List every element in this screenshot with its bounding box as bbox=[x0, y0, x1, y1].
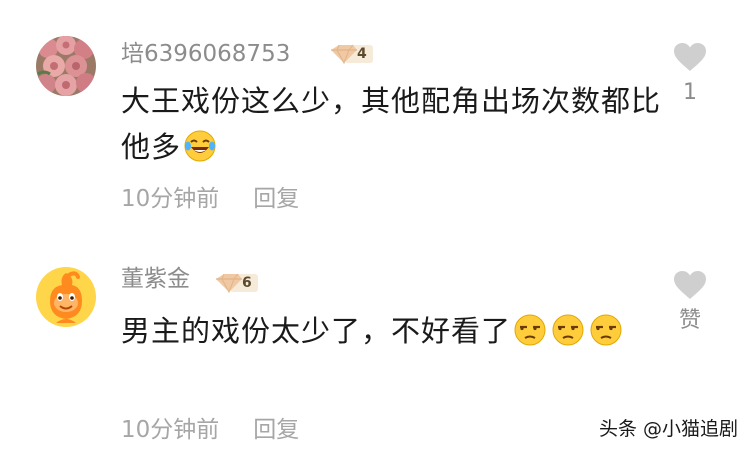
comment-item: 培6396068753 4 大王戏份这么少，其他配角出场次数都比他多 10分钟前… bbox=[0, 0, 750, 235]
comment-text: 男主的戏份太少了，不好看了 bbox=[121, 308, 661, 354]
reply-button[interactable]: 回复 bbox=[253, 417, 299, 443]
like-button[interactable]: 赞 bbox=[673, 270, 707, 334]
heart-icon bbox=[674, 271, 706, 299]
comment-meta: 10分钟前 回复 bbox=[121, 185, 299, 213]
user-avatar[interactable] bbox=[36, 36, 96, 96]
level-badge: 6 bbox=[214, 272, 260, 294]
level-number: 6 bbox=[242, 275, 252, 291]
level-badge-icon bbox=[331, 44, 373, 65]
level-badge-icon bbox=[216, 273, 258, 294]
user-avatar[interactable] bbox=[36, 267, 96, 327]
unamused-face-emoji-icon bbox=[514, 314, 546, 346]
watermark: 头条 @小猫追剧 bbox=[599, 418, 739, 440]
like-label: 赞 bbox=[678, 308, 701, 333]
rose-bouquet-avatar-icon bbox=[36, 36, 96, 96]
heart-icon bbox=[674, 43, 706, 71]
comment-text-content: 男主的戏份太少了，不好看了 bbox=[121, 314, 512, 348]
laughing-tears-emoji-icon bbox=[184, 130, 216, 162]
like-count: 1 bbox=[683, 80, 697, 105]
level-badge: 4 bbox=[329, 43, 375, 65]
reply-button[interactable]: 回复 bbox=[253, 186, 299, 212]
comment-text: 大王戏份这么少，其他配角出场次数都比他多 bbox=[121, 78, 661, 170]
comment-time: 10分钟前 bbox=[121, 186, 220, 212]
like-button[interactable]: 1 bbox=[673, 42, 707, 106]
username[interactable]: 董紫金 bbox=[121, 265, 190, 293]
orange-mascot-avatar-icon bbox=[36, 267, 96, 327]
comment-meta: 10分钟前 回复 bbox=[121, 416, 299, 444]
comment-time: 10分钟前 bbox=[121, 417, 220, 443]
username[interactable]: 培6396068753 bbox=[121, 40, 290, 68]
unamused-face-emoji-icon bbox=[590, 314, 622, 346]
unamused-face-emoji-icon bbox=[552, 314, 584, 346]
level-number: 4 bbox=[357, 46, 367, 62]
